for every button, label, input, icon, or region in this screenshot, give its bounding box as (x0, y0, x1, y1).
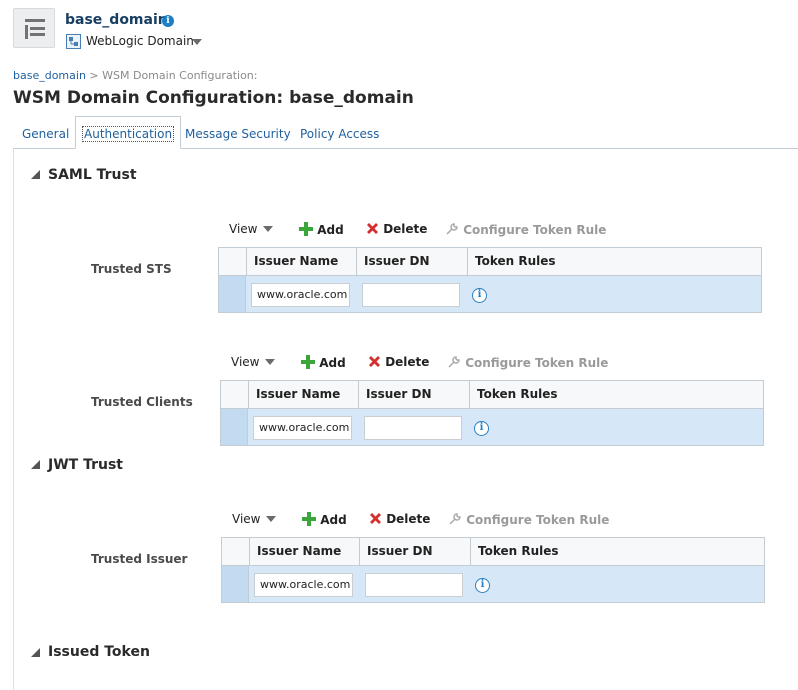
trusted-sts-toolbar: View Add Delete Configure Token Rule (229, 222, 629, 242)
delete-button-label: Delete (386, 512, 431, 526)
column-token-rules: Token Rules (478, 544, 559, 558)
delete-icon (367, 223, 378, 234)
weblogic-domain-icon (66, 34, 81, 49)
configure-token-rule-label: Configure Token Rule (463, 223, 607, 237)
breadcrumb-current: WSM Domain Configuration: (102, 69, 258, 82)
delete-button[interactable]: Delete (368, 355, 429, 369)
view-menu[interactable]: View (231, 355, 276, 369)
domain-type-menu[interactable]: WebLogic Domain (86, 34, 194, 48)
tab-authentication-label: Authentication (82, 126, 175, 142)
table-header: Issuer Name Issuer DN Token Rules (219, 248, 761, 276)
view-menu-label: View (232, 512, 261, 526)
breadcrumb-separator: > (85, 69, 103, 82)
row-selector[interactable] (221, 409, 248, 445)
tab-message-security[interactable]: Message Security (185, 127, 291, 141)
select-column-header (222, 538, 250, 566)
delete-button-label: Delete (383, 222, 428, 236)
breadcrumb-link-base-domain[interactable]: base_domain (13, 69, 86, 82)
domain-title: base_domain (65, 12, 168, 28)
delete-button-label: Delete (385, 355, 430, 369)
column-issuer-name: Issuer Name (250, 538, 360, 566)
trusted-issuer-label: Trusted Issuer (91, 552, 188, 566)
configure-token-rule-button[interactable]: Configure Token Rule (445, 222, 606, 237)
chevron-down-icon (263, 226, 274, 232)
row-selector[interactable] (219, 276, 246, 312)
section-saml-trust: SAML Trust (48, 167, 137, 183)
configure-token-rule-label: Configure Token Rule (466, 513, 610, 527)
table-row[interactable]: www.oracle.com i (222, 566, 764, 602)
column-issuer-dn: Issuer DN (359, 381, 470, 409)
delete-button[interactable]: Delete (366, 222, 427, 236)
token-rules-info-icon[interactable]: i (472, 288, 487, 303)
trusted-sts-table: Issuer Name Issuer DN Token Rules www.or… (218, 247, 762, 313)
collapse-issued-token-icon[interactable] (31, 648, 40, 657)
tab-policy-access[interactable]: Policy Access (300, 127, 379, 141)
tab-bar: General Authentication Message Security … (13, 116, 798, 149)
collapse-saml-trust-icon[interactable] (31, 170, 40, 179)
domain-tree-icon (13, 8, 55, 48)
add-button-label: Add (320, 513, 347, 527)
breadcrumb: base_domain > WSM Domain Configuration: (13, 69, 257, 82)
domain-info-icon[interactable]: i (162, 15, 174, 27)
column-issuer-name: Issuer Name (249, 381, 359, 409)
page-title: WSM Domain Configuration: base_domain (13, 88, 414, 108)
tab-general[interactable]: General (22, 127, 69, 141)
column-token-rules: Token Rules (475, 254, 556, 268)
view-menu-label: View (231, 355, 260, 369)
view-menu[interactable]: View (229, 222, 274, 236)
issuer-name-input[interactable]: www.oracle.com (254, 573, 353, 597)
add-icon (299, 222, 313, 236)
issuer-dn-input[interactable] (365, 573, 463, 597)
column-issuer-name: Issuer Name (247, 248, 357, 276)
section-jwt-trust: JWT Trust (48, 457, 123, 473)
trusted-clients-toolbar: View Add Delete Configure Token Rule (231, 355, 631, 375)
add-button[interactable]: Add (302, 512, 347, 527)
issuer-name-input[interactable]: www.oracle.com (253, 416, 352, 440)
column-issuer-dn: Issuer DN (357, 248, 468, 276)
trusted-issuer-toolbar: View Add Delete Configure Token Rule (232, 512, 632, 532)
chevron-down-icon[interactable] (192, 39, 202, 45)
configure-token-rule-button[interactable]: Configure Token Rule (448, 512, 609, 527)
issuer-name-input[interactable]: www.oracle.com (251, 283, 350, 307)
chevron-down-icon (266, 516, 277, 522)
table-row[interactable]: www.oracle.com i (219, 276, 761, 312)
row-selector[interactable] (222, 566, 249, 602)
token-rules-info-icon[interactable]: i (475, 578, 490, 593)
tab-authentication[interactable]: Authentication (75, 116, 182, 149)
chevron-down-icon (265, 359, 276, 365)
view-menu-label: View (229, 222, 258, 236)
add-button-label: Add (319, 356, 346, 370)
trusted-issuer-table: Issuer Name Issuer DN Token Rules www.or… (221, 537, 765, 603)
trusted-clients-table: Issuer Name Issuer DN Token Rules www.or… (220, 380, 764, 446)
add-button-label: Add (317, 223, 344, 237)
delete-icon (369, 356, 380, 367)
issuer-dn-input[interactable] (362, 283, 460, 307)
configure-token-rule-label: Configure Token Rule (465, 356, 609, 370)
add-button[interactable]: Add (301, 355, 346, 370)
add-icon (302, 512, 316, 526)
token-rules-info-icon[interactable]: i (474, 421, 489, 436)
add-button[interactable]: Add (299, 222, 344, 237)
trusted-clients-label: Trusted Clients (91, 395, 193, 409)
trusted-sts-label: Trusted STS (91, 262, 172, 276)
select-column-header (219, 248, 247, 276)
table-header: Issuer Name Issuer DN Token Rules (222, 538, 764, 566)
configure-token-rule-button[interactable]: Configure Token Rule (447, 355, 608, 370)
section-issued-token: Issued Token (48, 644, 150, 660)
column-issuer-dn: Issuer DN (360, 538, 471, 566)
table-header: Issuer Name Issuer DN Token Rules (221, 381, 763, 409)
select-column-header (221, 381, 249, 409)
wrench-icon (449, 513, 461, 525)
issuer-dn-input[interactable] (364, 416, 462, 440)
table-row[interactable]: www.oracle.com i (221, 409, 763, 445)
wrench-icon (446, 223, 458, 235)
collapse-jwt-trust-icon[interactable] (31, 460, 40, 469)
column-token-rules: Token Rules (477, 387, 558, 401)
add-icon (301, 355, 315, 369)
delete-button[interactable]: Delete (369, 512, 430, 526)
delete-icon (370, 513, 381, 524)
wrench-icon (448, 356, 460, 368)
view-menu[interactable]: View (232, 512, 277, 526)
